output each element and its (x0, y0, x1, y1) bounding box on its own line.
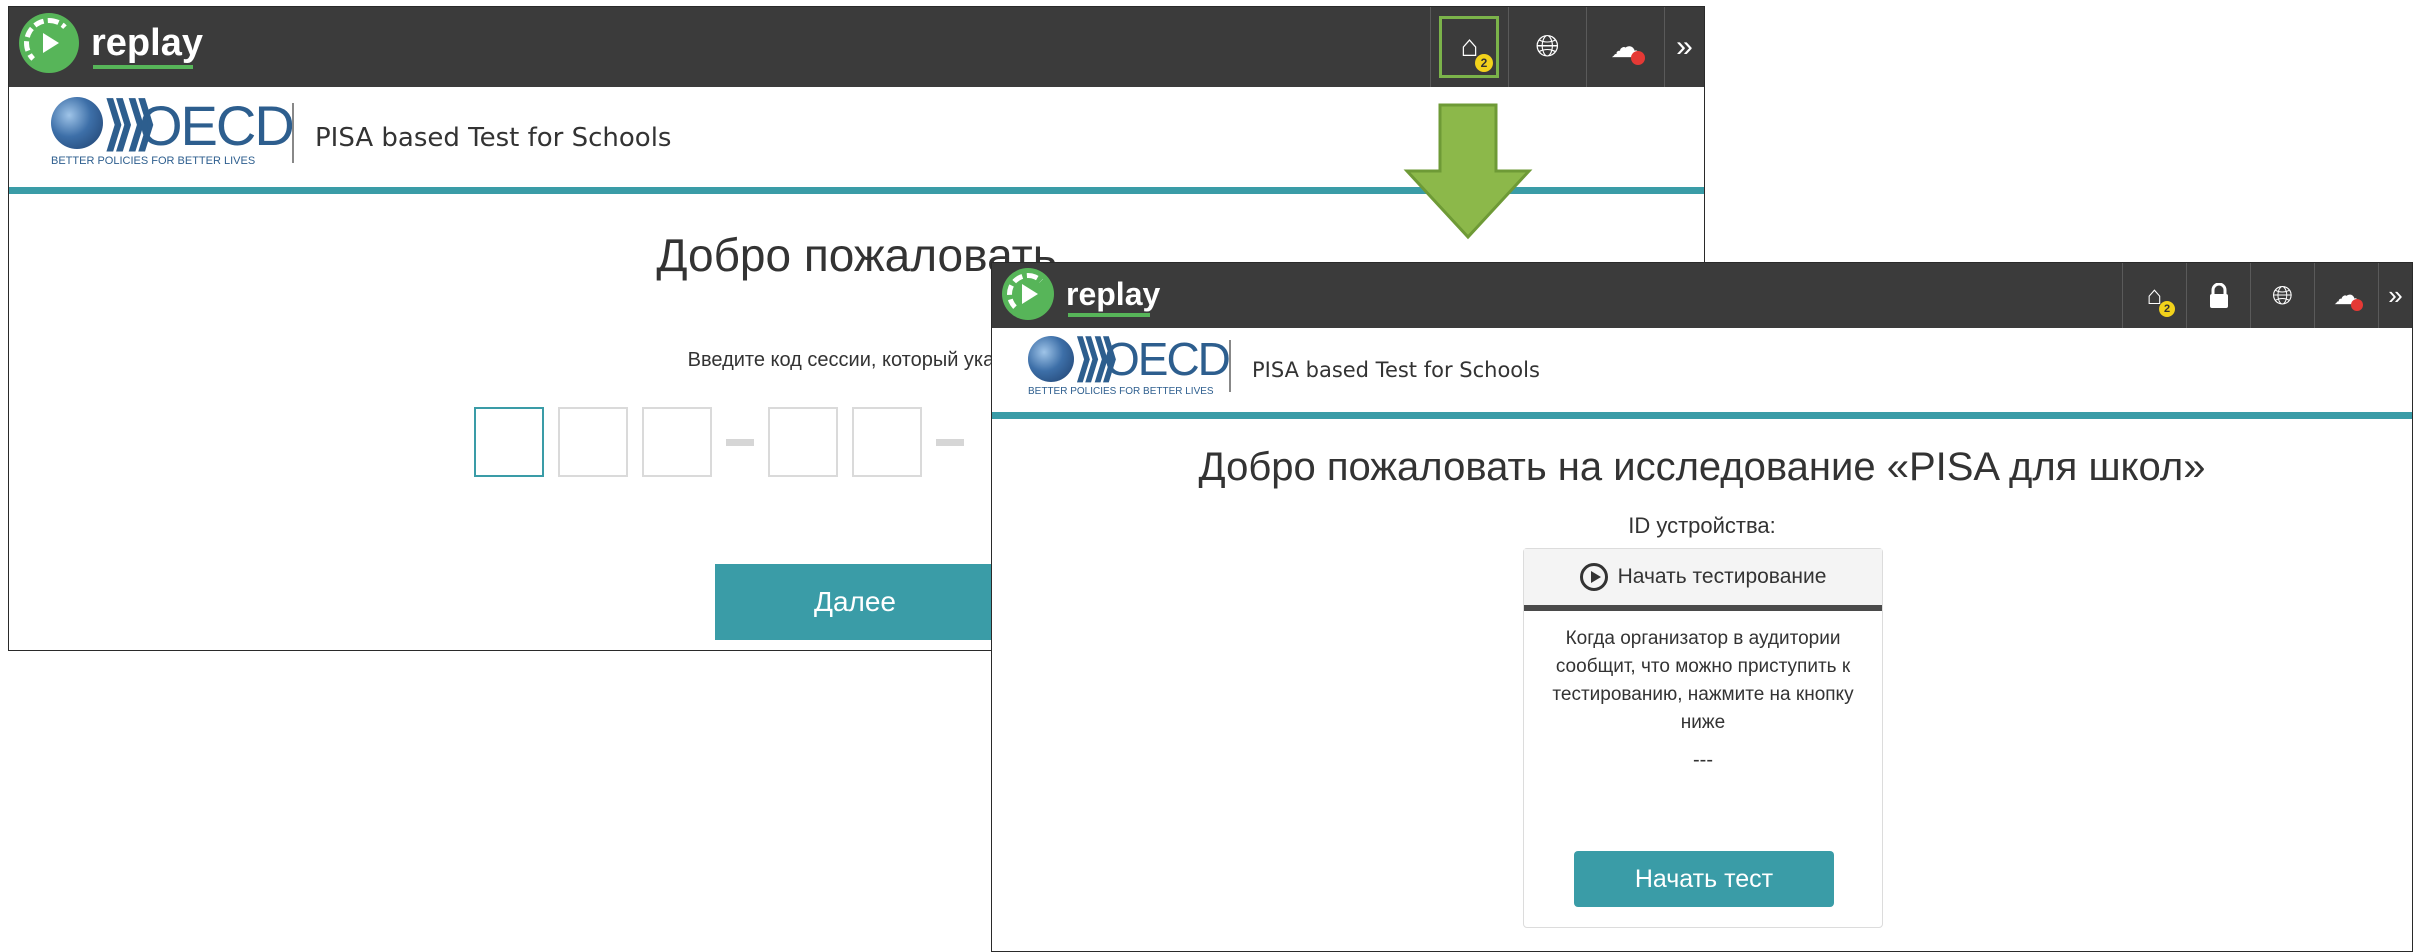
replay-logo-icon (19, 13, 79, 73)
replay-brand-text: replay (1066, 275, 1161, 317)
cloud-button[interactable]: ☁ (1586, 7, 1664, 87)
header-divider (1229, 340, 1231, 392)
card-status-placeholder: --- (1693, 749, 1713, 771)
replay-logo: replay (19, 13, 203, 73)
session-code-digit-2[interactable] (558, 407, 628, 477)
session-code-digit-1[interactable] (474, 407, 544, 477)
start-test-card: Начать тестирование Когда организатор в … (1523, 548, 1883, 928)
status-dot (1631, 51, 1645, 65)
card-header: Начать тестирование (1524, 549, 1882, 611)
next-button[interactable]: Далее (715, 564, 995, 640)
card-header-label: Начать тестирование (1617, 565, 1827, 588)
globe-icon: 🌐︎ (1535, 30, 1560, 63)
chevron-double-right-icon: » (2388, 280, 2403, 310)
start-test-button[interactable]: Начать тест (1574, 851, 1834, 907)
home-button[interactable]: ⌂ 2 (1430, 7, 1508, 87)
code-separator (726, 438, 754, 446)
session-code-digit-3[interactable] (642, 407, 712, 477)
toolbar: ⌂ 2 🌐︎ ☁ » (1430, 7, 1704, 87)
code-separator (936, 438, 964, 446)
page-title: Добро пожаловать на исследование «PISA д… (1198, 445, 2206, 489)
expand-button[interactable]: » (1664, 7, 1704, 87)
expand-button[interactable]: » (2378, 263, 2412, 328)
app-title: PISA based Test for Schools (315, 123, 672, 153)
session-code-digit-5[interactable] (852, 407, 922, 477)
oecd-wordmark: OECD (139, 94, 295, 157)
start-test-window: replay ⌂ 2 🌐︎ ☁ » ⟫⟫ OECD BETTER POLICIE… (991, 262, 2413, 952)
app-title: PISA based Test for Schools (1252, 358, 1540, 382)
status-dot (2351, 299, 2363, 311)
app-topbar: replay ⌂ 2 🌐︎ ☁ » (9, 7, 1704, 87)
lock-button[interactable] (2186, 263, 2250, 328)
home-badge: 2 (1475, 54, 1493, 72)
lock-icon (2209, 282, 2228, 308)
oecd-tagline: BETTER POLICIES FOR BETTER LIVES (51, 155, 256, 167)
oecd-wordmark: OECD (1104, 333, 1231, 385)
card-instruction: Когда организатор в аудитории сообщит, ч… (1552, 628, 1854, 733)
globe-logo-icon (51, 97, 103, 149)
session-code-inputs (474, 407, 978, 477)
oecd-header: ⟫⟫ OECD BETTER POLICIES FOR BETTER LIVES… (992, 328, 2412, 419)
home-badge: 2 (2159, 301, 2175, 317)
device-id-label: ID устройства: (1628, 513, 1776, 538)
session-code-digit-4[interactable] (768, 407, 838, 477)
transition-arrow-icon (1403, 103, 1533, 240)
language-button[interactable]: 🌐︎ (2250, 263, 2314, 328)
toolbar: ⌂ 2 🌐︎ ☁ » (2122, 263, 2412, 328)
replay-brand-text: replay (91, 21, 203, 69)
home-button[interactable]: ⌂ 2 (2122, 263, 2186, 328)
language-button[interactable]: 🌐︎ (1508, 7, 1586, 87)
globe-logo-icon (1028, 336, 1074, 382)
cloud-button[interactable]: ☁ (2314, 263, 2378, 328)
replay-logo-icon (1002, 268, 1054, 320)
start-test-main: Добро пожаловать на исследование «PISA д… (992, 419, 2412, 951)
replay-logo: replay (1002, 268, 1160, 320)
globe-icon: 🌐︎ (2272, 279, 2293, 310)
header-divider (292, 103, 294, 163)
oecd-tagline: BETTER POLICIES FOR BETTER LIVES (1028, 386, 1214, 397)
app-topbar: replay ⌂ 2 🌐︎ ☁ » (992, 263, 2412, 328)
chevron-double-right-icon: » (1676, 30, 1693, 63)
play-circle-icon (1579, 563, 1608, 591)
